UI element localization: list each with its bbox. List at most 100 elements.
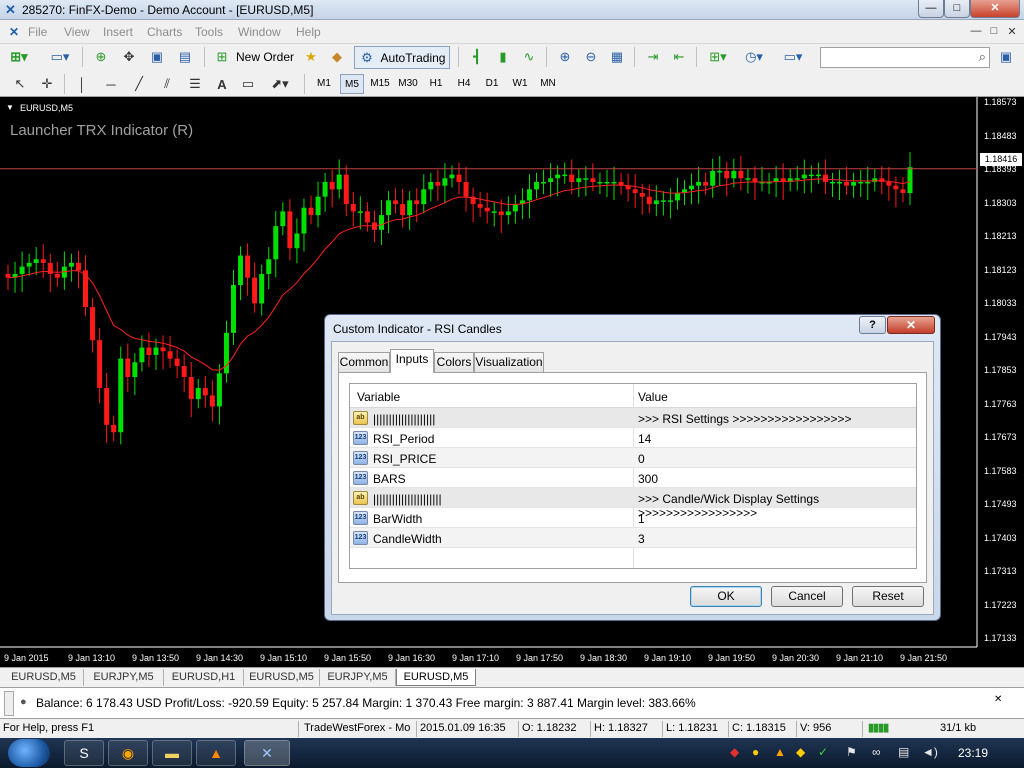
cancel-button[interactable]: Cancel <box>771 586 843 607</box>
connection-status-icon[interactable]: ▮▮▮▮ <box>868 721 889 734</box>
community-icon[interactable]: ▣ <box>994 46 1018 68</box>
table-row[interactable]: ab |||||||||||||||||||||| >>> Candle/Wick … <box>350 488 916 520</box>
line-chart-icon[interactable]: ∿ <box>518 46 540 68</box>
chart-tab-active[interactable]: EURUSD,M5 <box>396 669 476 686</box>
tab-colors[interactable]: Colors <box>434 352 474 372</box>
indicators-icon[interactable]: ⊞▾ <box>704 46 732 68</box>
chart-menu-arrow-icon[interactable]: ▼ <box>6 103 14 112</box>
search-icon[interactable]: ⌕ <box>979 49 986 65</box>
menu-file[interactable]: File <box>28 25 47 39</box>
new-chart-icon[interactable]: ⊞▾ <box>6 46 32 68</box>
ok-button[interactable]: OK <box>690 586 762 607</box>
metaeditor-icon[interactable]: ◆ <box>326 46 348 68</box>
start-button[interactable] <box>8 739 50 767</box>
zoom-in-icon[interactable]: ⊕ <box>554 46 576 68</box>
chart-tab[interactable]: EURUSD,H1 <box>164 669 244 686</box>
timeframe-h4[interactable]: H4 <box>452 74 476 94</box>
search-input[interactable]: ⌕ <box>820 47 990 68</box>
minimize-button[interactable]: — <box>918 0 944 18</box>
new-order-icon[interactable]: ⊞ <box>212 46 232 68</box>
text-icon[interactable]: A <box>212 73 232 95</box>
tab-common[interactable]: Common <box>338 352 390 372</box>
table-row[interactable]: ab |||||||||||||||||||| >>> RSI Settings >… <box>350 408 916 428</box>
menu-help[interactable]: Help <box>296 25 321 39</box>
navigator-icon[interactable]: ▣ <box>146 46 168 68</box>
timeframe-m15[interactable]: M15 <box>368 74 392 94</box>
table-row[interactable]: 123 RSI_Period 14 <box>350 428 916 448</box>
help-button[interactable]: ? <box>859 316 886 334</box>
dialog-close-button[interactable]: ✕ <box>887 316 935 334</box>
cursor-icon[interactable]: ↖ <box>10 73 30 95</box>
flag-tray-icon[interactable]: ⚑ <box>846 745 857 759</box>
table-row[interactable]: 123 BARS 300 <box>350 468 916 488</box>
timeframe-m30[interactable]: M30 <box>396 74 420 94</box>
reset-button[interactable]: Reset <box>852 586 924 607</box>
auto-scroll-icon[interactable]: ⇥ <box>642 46 664 68</box>
terminal-close-icon[interactable]: ✕ <box>994 694 1002 705</box>
variable-value[interactable]: 3 <box>638 532 645 546</box>
mdi-restore-button[interactable]: □ <box>986 25 1002 39</box>
tray-icon[interactable]: ◆ <box>796 745 805 759</box>
tray-icon[interactable]: ✓ <box>818 745 828 759</box>
tray-icon[interactable]: ∞ <box>872 745 881 759</box>
timeframe-h1[interactable]: H1 <box>424 74 448 94</box>
menu-charts[interactable]: Charts <box>147 25 182 39</box>
periods-icon[interactable]: ◷▾ <box>740 46 768 68</box>
market-watch-icon[interactable]: ⊕ <box>90 46 112 68</box>
text-label-icon[interactable]: ▭ <box>238 73 258 95</box>
autotrading-button[interactable]: ⚙ AutoTrading <box>354 46 450 69</box>
menu-window[interactable]: Window <box>238 25 281 39</box>
tab-visualization[interactable]: Visualization <box>474 352 544 372</box>
timeframe-m5[interactable]: M5 <box>340 74 364 94</box>
terminal-handle[interactable] <box>4 691 14 716</box>
bar-chart-icon[interactable]: ┫ <box>466 46 488 68</box>
variable-value[interactable]: >>> RSI Settings >>>>>>>>>>>>>>>>> <box>638 412 852 426</box>
expert-advisors-icon[interactable]: ★ <box>300 46 322 68</box>
timeframe-w1[interactable]: W1 <box>508 74 532 94</box>
network-tray-icon[interactable]: ▤ <box>898 745 909 759</box>
arrows-icon[interactable]: ⬈▾ <box>266 73 294 95</box>
maximize-button[interactable]: □ <box>944 0 970 18</box>
variable-value[interactable]: 300 <box>638 472 658 486</box>
column-header-variable[interactable]: Variable <box>357 390 400 404</box>
equidistant-channel-icon[interactable]: ⫽ <box>156 73 178 95</box>
chart-menu-icon[interactable]: ✕ <box>6 21 22 43</box>
chart-tab[interactable]: EURUSD,M5 <box>4 669 84 686</box>
zoom-out-icon[interactable]: ⊖ <box>580 46 602 68</box>
table-row[interactable]: 123 CandleWidth 3 <box>350 528 916 548</box>
menu-tools[interactable]: Tools <box>195 25 223 39</box>
close-button[interactable]: ✕ <box>970 0 1020 18</box>
taskbar-clock[interactable]: 23:19 <box>958 746 988 760</box>
variable-value[interactable]: 0 <box>638 452 645 466</box>
candlestick-chart-icon[interactable]: ▮ <box>492 46 514 68</box>
data-window-icon[interactable]: ✥ <box>118 46 140 68</box>
volume-tray-icon[interactable]: ◄) <box>922 745 938 759</box>
terminal-icon[interactable]: ▤ <box>174 46 196 68</box>
timeframe-d1[interactable]: D1 <box>480 74 504 94</box>
templates-icon[interactable]: ▭▾ <box>776 46 810 68</box>
menu-view[interactable]: View <box>64 25 90 39</box>
horizontal-line-icon[interactable]: ─ <box>100 73 122 95</box>
new-order-button[interactable]: New Order <box>234 46 296 68</box>
chart-tab[interactable]: EURJPY,M5 <box>84 669 164 686</box>
menu-insert[interactable]: Insert <box>103 25 133 39</box>
variable-value[interactable]: 1 <box>638 512 645 526</box>
tab-inputs[interactable]: Inputs <box>390 349 434 373</box>
skype-icon[interactable]: S <box>64 740 104 766</box>
vertical-line-icon[interactable]: │ <box>72 73 92 95</box>
tray-icon[interactable]: ● <box>752 745 759 759</box>
crosshair-icon[interactable]: ✛ <box>36 73 58 95</box>
vlc-icon[interactable]: ▲ <box>196 740 236 766</box>
trendline-icon[interactable]: ╱ <box>128 73 150 95</box>
metatrader-taskbar-icon[interactable]: ✕ <box>244 740 290 766</box>
chart-tab[interactable]: EURJPY,M5 <box>320 669 396 686</box>
profiles-icon[interactable]: ▭▾ <box>46 46 74 68</box>
explorer-icon[interactable]: ▬ <box>152 740 192 766</box>
variable-value[interactable]: 14 <box>638 432 651 446</box>
firefox-icon[interactable]: ◉ <box>108 740 148 766</box>
fibonacci-icon[interactable]: ☰ <box>184 73 206 95</box>
mdi-minimize-button[interactable]: — <box>968 25 984 39</box>
column-header-value[interactable]: Value <box>638 390 668 404</box>
security-tray-icon[interactable]: ◆ <box>730 745 739 759</box>
chart-shift-icon[interactable]: ⇤ <box>668 46 690 68</box>
